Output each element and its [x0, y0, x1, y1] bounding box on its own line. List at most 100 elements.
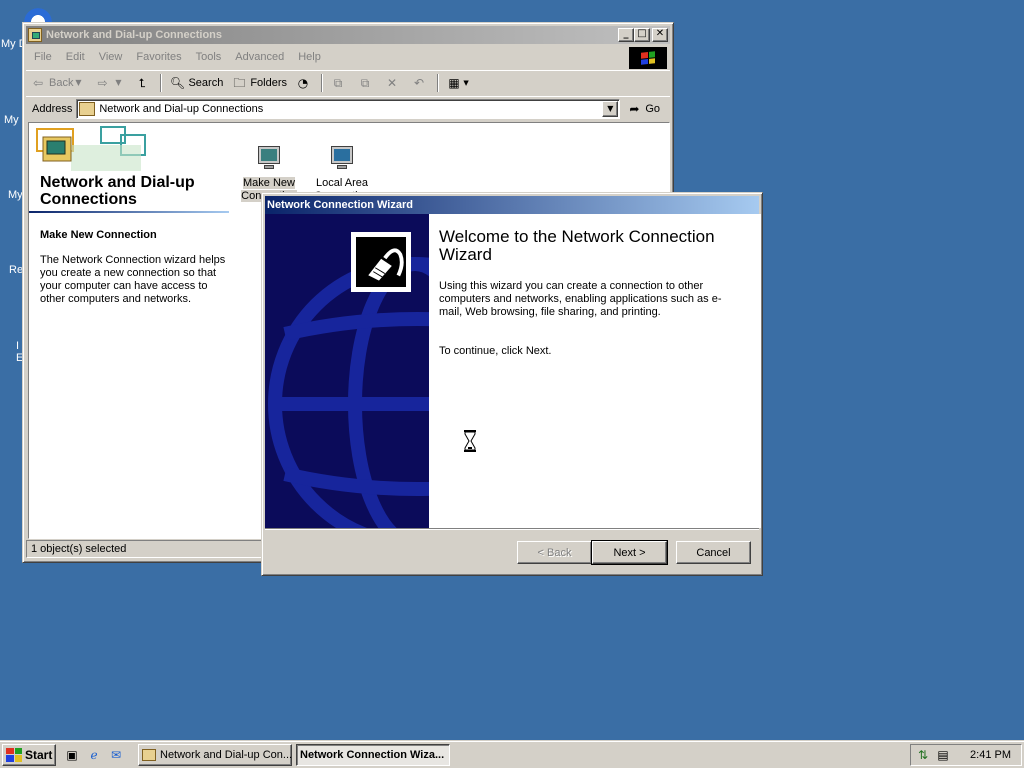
web-view-pane: Network and Dial-up Connections Make New… — [29, 123, 261, 538]
status-text: 1 object(s) selected — [26, 540, 266, 558]
start-label: Start — [25, 747, 53, 762]
back-button[interactable]: < Back — [517, 541, 592, 564]
desktop-icon-label[interactable]: Re — [9, 264, 23, 276]
desktop-ie-icon[interactable] — [24, 4, 52, 22]
delete-button[interactable]: ✕ — [380, 73, 407, 93]
copy-to-button[interactable]: ⧉ — [353, 73, 380, 93]
taskbar: Start ▣ ℯ ✉ Network and Dial-up Con... N… — [0, 740, 1024, 768]
task-label: Network and Dial-up Con... — [160, 748, 292, 761]
chevron-down-icon: ▼ — [115, 77, 122, 87]
network-status-icon[interactable]: ⇅ — [915, 747, 931, 763]
forward-button[interactable]: ⇨ ▼ — [90, 73, 130, 93]
menu-advanced[interactable]: Advanced — [228, 51, 291, 63]
menu-bar: File Edit View Favorites Tools Advanced … — [26, 47, 670, 69]
wizard-side-panel — [265, 214, 429, 528]
menu-tools[interactable]: Tools — [189, 51, 229, 63]
back-button[interactable]: ⇦ Back ▼ — [26, 73, 90, 93]
history-icon: ◔ — [297, 75, 309, 90]
folders-label: Folders — [250, 76, 288, 89]
make-new-connection-icon — [255, 145, 283, 173]
selected-item-description: The Network Connection wizard helps you … — [40, 254, 226, 305]
clock[interactable]: 2:41 PM — [970, 749, 1011, 761]
taskbar-button-wizard[interactable]: Network Connection Wiza... — [296, 743, 450, 766]
show-desktop-icon[interactable]: ▣ — [64, 747, 80, 763]
wizard-heading: Welcome to the Network Connection Wizard — [439, 227, 715, 264]
wizard-separator — [265, 528, 759, 530]
toolbar-separator — [321, 73, 324, 92]
network-folder-icon — [79, 101, 96, 116]
go-arrow-icon: ➦ — [629, 101, 640, 116]
explorer-title: Network and Dial-up Connections — [46, 29, 223, 41]
next-button[interactable]: Next > — [591, 540, 668, 565]
pane-divider — [29, 211, 229, 213]
history-button[interactable]: ◔ — [291, 73, 318, 93]
local-area-connection-icon — [328, 145, 356, 173]
explorer-titlebar[interactable]: Network and Dial-up Connections _ □ ✕ — [26, 26, 670, 44]
quick-launch: ▣ ℯ ✉ — [64, 747, 124, 763]
selected-item-name: Make New Connection — [40, 229, 157, 241]
forward-arrow-icon: ⇨ — [97, 75, 108, 90]
delete-icon: ✕ — [386, 75, 398, 90]
search-button[interactable]: 🔍︎ Search — [165, 73, 227, 93]
task-label: Network Connection Wiza... — [300, 748, 445, 761]
wizard-body: Welcome to the Network Connection Wizard… — [265, 214, 761, 528]
address-field[interactable]: Network and Dial-up Connections ▼ — [76, 98, 621, 119]
windows-logo-icon — [629, 47, 667, 69]
network-folder-icon — [28, 28, 42, 42]
minimize-button[interactable]: _ — [618, 28, 634, 42]
desktop-icon-label[interactable]: My — [4, 114, 19, 126]
wizard-dialog: Network Connection Wizard Welcome to the… — [261, 192, 763, 576]
move-to-button[interactable]: ⧉ — [326, 73, 353, 93]
toolbar-separator — [160, 73, 163, 92]
network-connection-icon[interactable]: ▤ — [935, 747, 951, 763]
copy-to-icon: ⧉ — [360, 75, 370, 90]
menu-view[interactable]: View — [92, 51, 130, 63]
views-button[interactable]: ▦ ▼ — [442, 73, 477, 93]
maximize-button[interactable]: □ — [634, 28, 650, 42]
address-bar: Address Network and Dial-up Connections … — [26, 96, 670, 120]
cancel-button[interactable]: Cancel — [676, 541, 751, 564]
menu-help[interactable]: Help — [291, 51, 328, 63]
move-to-icon: ⧉ — [333, 75, 343, 90]
network-banner-graphic — [31, 125, 151, 173]
go-button[interactable]: ➦ Go — [626, 102, 660, 116]
wizard-description: Using this wizard you can create a conne… — [439, 280, 722, 318]
wizard-titlebar[interactable]: Network Connection Wizard — [265, 196, 759, 214]
close-button[interactable]: ✕ — [652, 28, 668, 42]
up-folder-icon: ⮤ — [138, 75, 147, 90]
back-arrow-icon: ⇦ — [32, 75, 44, 90]
internet-explorer-icon[interactable]: ℯ — [86, 747, 102, 763]
chevron-down-icon: ▼ — [75, 77, 82, 87]
desktop-icon-label[interactable]: I — [16, 340, 19, 352]
windows-logo-icon — [6, 747, 22, 762]
undo-button[interactable]: ↶ — [407, 73, 434, 93]
toolbar-separator — [437, 73, 440, 92]
address-label: Address — [32, 102, 73, 115]
menu-favorites[interactable]: Favorites — [129, 51, 188, 63]
wizard-title: Network Connection Wizard — [267, 199, 413, 211]
up-button[interactable]: ⮤ — [130, 73, 157, 93]
pane-title: Network and Dial-up Connections — [40, 174, 195, 208]
outlook-express-icon[interactable]: ✉ — [108, 747, 124, 763]
undo-icon: ↶ — [413, 75, 425, 90]
address-value: Network and Dial-up Connections — [99, 102, 264, 115]
back-label: Back — [49, 76, 74, 89]
taskbar-button-explorer[interactable]: Network and Dial-up Con... — [138, 743, 292, 766]
system-tray: ⇅ ▤ 2:41 PM — [910, 744, 1022, 766]
desktop-icon-label[interactable]: My — [8, 189, 23, 201]
address-dropdown-button[interactable]: ▼ — [602, 100, 619, 117]
views-icon: ▦ — [448, 75, 460, 90]
network-folder-icon — [142, 748, 156, 761]
chevron-down-icon: ▼ — [463, 78, 469, 87]
folders-button[interactable]: 🗀 Folders — [227, 73, 291, 93]
wizard-continue-text: To continue, click Next. — [439, 345, 552, 357]
go-label: Go — [645, 102, 661, 115]
standard-toolbar: ⇦ Back ▼ ⇨ ▼ ⮤ 🔍︎ Search 🗀 Folders ◔ ⧉ ⧉ — [26, 70, 670, 94]
menu-file[interactable]: File — [26, 51, 59, 63]
network-cable-icon — [351, 232, 411, 292]
hourglass-cursor-icon — [464, 430, 476, 452]
start-button[interactable]: Start — [2, 743, 56, 766]
menu-edit[interactable]: Edit — [59, 51, 92, 63]
search-label: Search — [188, 76, 224, 89]
search-icon: 🔍︎ — [169, 75, 186, 90]
